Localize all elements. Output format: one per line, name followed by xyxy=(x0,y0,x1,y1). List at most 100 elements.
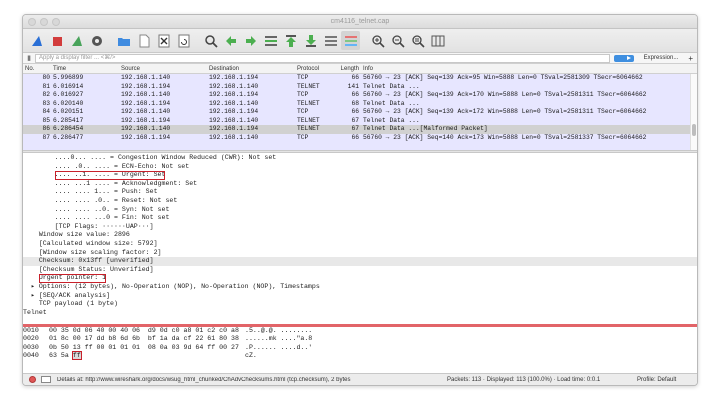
packet-row[interactable]: 85 6.285417 192.168.1.194 192.168.1.140 TELN… xyxy=(23,117,697,126)
detail-tree-item[interactable]: ▸ Options: (12 bytes), No-Operation (NOP… xyxy=(23,283,697,292)
apply-filter-button[interactable] xyxy=(613,54,634,62)
packet-protocol: TELNET xyxy=(297,82,320,90)
packet-row[interactable]: 87 6.286477 192.168.1.194 192.168.1.140 TCP 6… xyxy=(23,134,697,143)
highlighted-byte[interactable]: ff xyxy=(71,351,82,361)
packet-row[interactable]: 80 5.996899 192.168.1.140 192.168.1.194 TCP 6… xyxy=(23,74,697,83)
column-header-time[interactable]: Time xyxy=(53,64,121,73)
packet-row[interactable]: 82 6.016927 192.168.1.140 192.168.1.194 TCP 6… xyxy=(23,91,697,100)
detail-tree-item[interactable]: Window size value: 2896 xyxy=(23,231,697,240)
detail-tree-item[interactable]: Urgent pointer: 1 xyxy=(23,274,697,283)
zoom-window-button[interactable] xyxy=(52,18,60,26)
display-filter-input[interactable]: Apply a display filter ... <⌘/> xyxy=(35,53,610,63)
close-file-button[interactable] xyxy=(154,31,173,50)
detail-text: Checksum: 0x13ff [unverified] xyxy=(38,257,154,265)
last-packet-button[interactable] xyxy=(301,31,320,50)
hex-ascii: ......mk ...."a.8 xyxy=(245,335,313,343)
detail-tree-item[interactable]: [Window size scaling factor: 2] xyxy=(23,249,697,258)
packet-time: 6.020140 xyxy=(53,99,84,107)
packet-row[interactable]: 81 6.016914 192.168.1.194 192.168.1.140 TELN… xyxy=(23,83,697,92)
detail-tree-item[interactable]: [TCP Flags: ······UAP···] xyxy=(23,223,697,232)
minimize-window-button[interactable] xyxy=(40,18,48,26)
colorize-button[interactable] xyxy=(341,31,360,50)
detail-tree-item[interactable]: ▸ [SEQ/ACK analysis] xyxy=(23,292,697,301)
autoscroll-button[interactable] xyxy=(321,31,340,50)
hex-row[interactable]: 0040 63 5a ff cZ. xyxy=(23,351,697,361)
column-header-no[interactable]: No. xyxy=(23,64,53,73)
hex-ascii: .P...... ....d..' xyxy=(245,343,313,351)
detail-tree-item[interactable]: .... ...1 .... = Acknowledgment: Set xyxy=(23,180,697,189)
packet-destination: 192.168.1.140 xyxy=(209,82,259,90)
main-toolbar xyxy=(23,29,697,53)
open-file-button[interactable] xyxy=(114,31,133,50)
save-file-button[interactable] xyxy=(134,31,153,50)
zoom-in-button[interactable] xyxy=(368,31,387,50)
detail-text: ....0... .... = Congestion Window Reduce… xyxy=(54,154,277,161)
hex-row[interactable]: 0010 00 35 0d 06 40 00 40 06 d9 0d c0 a8 … xyxy=(23,327,697,335)
column-header-destination[interactable]: Destination xyxy=(209,64,297,73)
packet-row[interactable]: 84 6.020151 192.168.1.140 192.168.1.194 TCP 6… xyxy=(23,108,697,117)
detail-tree-item[interactable]: .... ..1. .... = Urgent: Set xyxy=(23,171,697,180)
normal-size-button[interactable] xyxy=(408,31,427,50)
expression-button[interactable]: Expression... xyxy=(638,55,685,61)
packet-no: 81 xyxy=(42,82,50,90)
resize-columns-button[interactable] xyxy=(428,31,447,50)
packet-time: 6.285417 xyxy=(53,116,84,124)
packet-time: 6.016927 xyxy=(53,91,84,98)
detail-tree-item[interactable]: .... .0.. .... = ECN-Echo: Not set xyxy=(23,163,697,172)
go-forward-button[interactable] xyxy=(241,31,260,50)
packet-no: 82 xyxy=(42,91,50,98)
comment-icon[interactable] xyxy=(41,376,51,383)
first-packet-button[interactable] xyxy=(281,31,300,50)
detail-tree-item[interactable]: ....0... .... = Congestion Window Reduce… xyxy=(23,154,697,163)
packet-destination: 192.168.1.194 xyxy=(209,74,259,81)
detail-tree-item[interactable]: .... .... .0.. = Reset: Not set xyxy=(23,197,697,206)
bookmark-icon[interactable]: ▮ xyxy=(23,54,35,62)
packet-info: Telnet Data ... xyxy=(363,116,420,124)
packet-source: 192.168.1.194 xyxy=(121,99,171,107)
status-profile[interactable]: Profile: Default xyxy=(637,377,697,383)
packet-row-selected[interactable]: 86 6.286454 192.168.1.140 192.168.1.194 TELN… xyxy=(23,125,697,134)
close-window-button[interactable] xyxy=(28,18,36,26)
detail-tree-item[interactable]: .... .... ...0 = Fin: Not set xyxy=(23,214,697,223)
packet-row[interactable]: 83 6.020140 192.168.1.194 192.168.1.140 TELN… xyxy=(23,100,697,109)
packet-list-scrollbar[interactable] xyxy=(690,74,697,150)
add-filter-button[interactable]: + xyxy=(684,54,697,63)
packet-protocol: TCP xyxy=(297,133,309,141)
column-header-info[interactable]: Info xyxy=(363,64,697,73)
stop-capture-button[interactable] xyxy=(47,31,66,50)
scroll-thumb[interactable] xyxy=(692,124,696,136)
detail-tree-item[interactable]: .... .... 1... = Push: Set xyxy=(23,188,697,197)
packet-info: 56760 → 23 [ACK] Seq=139 Ack=95 Win=5888… xyxy=(363,74,643,81)
hex-row[interactable]: 0030 0b 50 13 ff 00 01 01 01 08 0a 03 9d … xyxy=(23,344,697,352)
column-header-length[interactable]: Length xyxy=(337,64,363,73)
hex-row[interactable]: 0020 01 8c 00 17 dd b8 6d 6b bf 1a da cf … xyxy=(23,335,697,343)
expert-info-icon[interactable] xyxy=(29,376,36,383)
zoom-out-button[interactable] xyxy=(388,31,407,50)
restart-capture-button[interactable] xyxy=(67,31,86,50)
start-capture-button[interactable] xyxy=(27,31,46,50)
column-header-source[interactable]: Source xyxy=(121,64,209,73)
find-packet-button[interactable] xyxy=(201,31,220,50)
detail-tree-item[interactable]: .... .... ..0. = Syn: Not set xyxy=(23,206,697,215)
packet-source: 192.168.1.140 xyxy=(121,74,171,81)
detail-tree-item[interactable]: TCP payload (1 byte) xyxy=(23,300,697,309)
detail-tree-item[interactable]: Checksum: 0x13ff [unverified] xyxy=(23,257,697,266)
go-to-packet-button[interactable] xyxy=(261,31,280,50)
packet-info: 56760 → 23 [ACK] Seq=140 Ack=173 Win=588… xyxy=(363,133,647,141)
capture-options-button[interactable] xyxy=(87,31,106,50)
detail-tree-item[interactable]: [Calculated window size: 5792] xyxy=(23,240,697,249)
detail-tree-item[interactable]: Telnet xyxy=(23,309,697,318)
column-header-protocol[interactable]: Protocol xyxy=(297,64,337,73)
detail-tree-item[interactable]: [Checksum Status: Unverified] xyxy=(23,266,697,275)
packet-no: 80 xyxy=(42,74,50,81)
go-back-button[interactable] xyxy=(221,31,240,50)
packet-source: 192.168.1.194 xyxy=(121,133,171,141)
packet-length: 66 xyxy=(351,108,359,115)
reload-file-button[interactable] xyxy=(174,31,193,50)
